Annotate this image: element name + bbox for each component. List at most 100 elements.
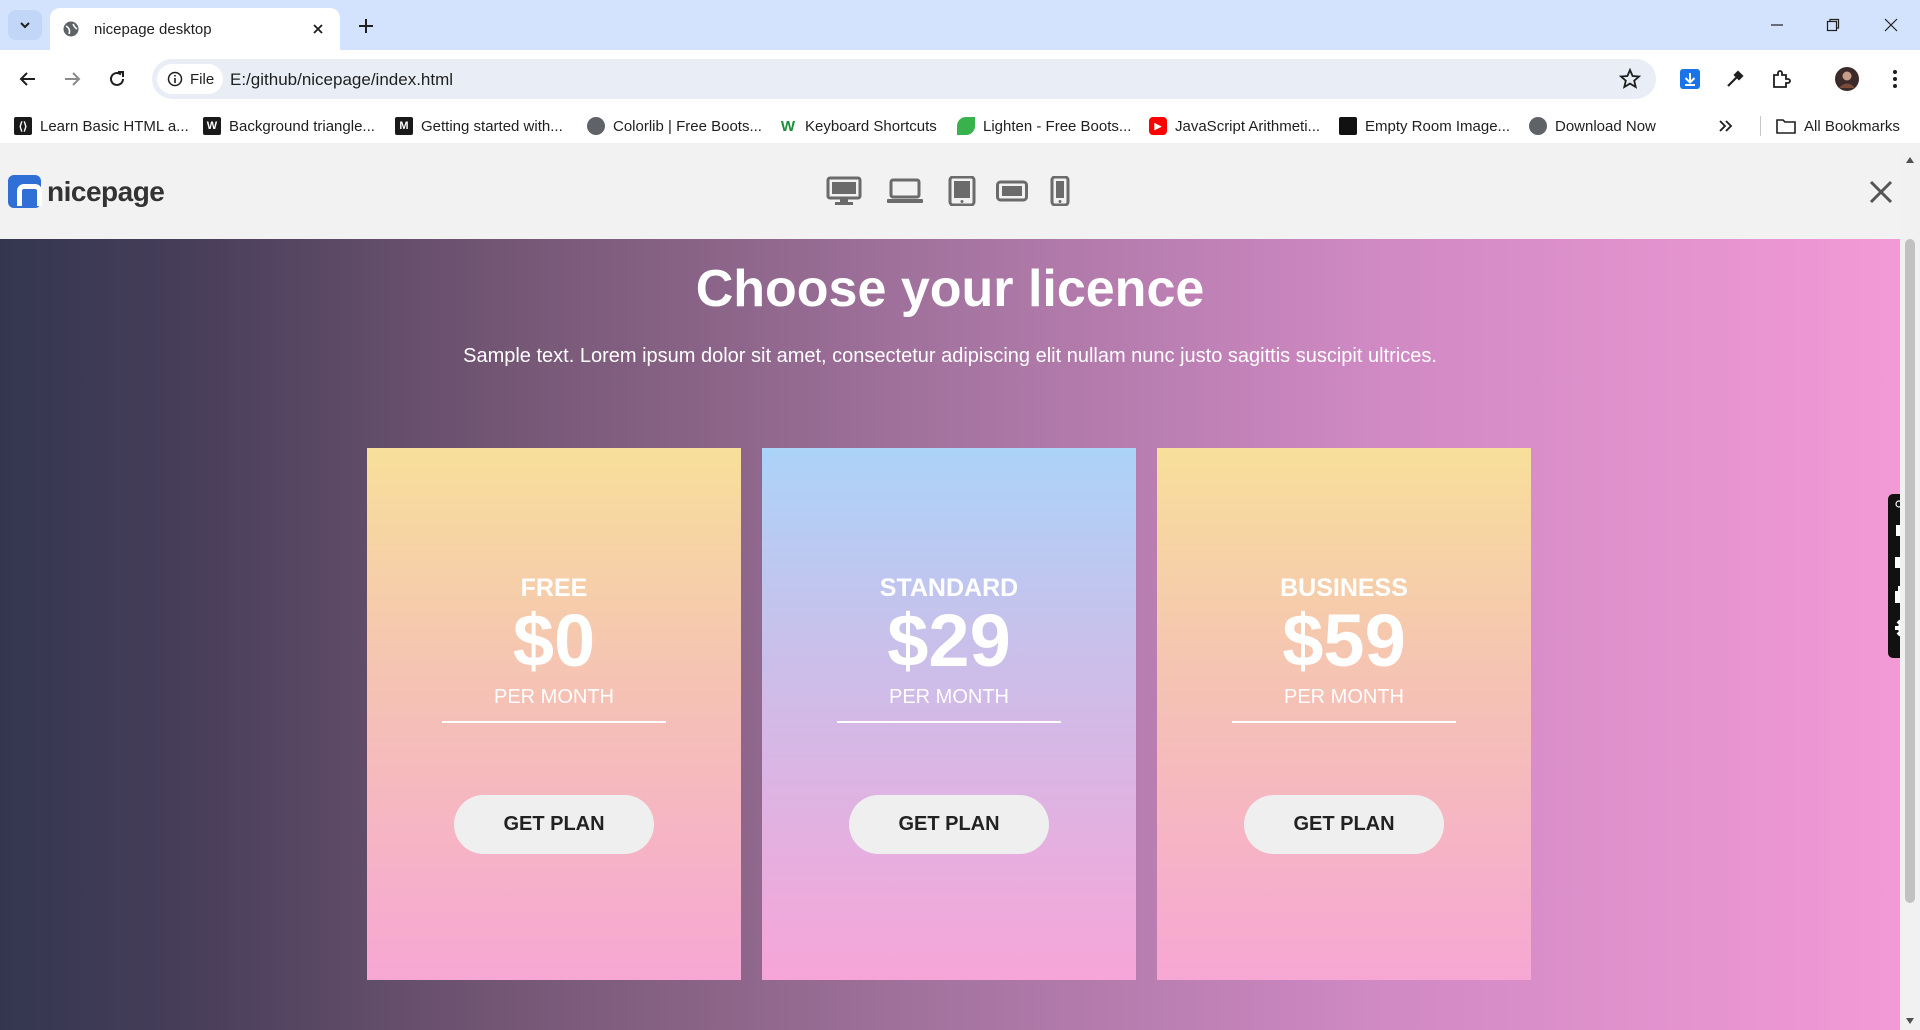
bookmark-label: Background triangle... [229,117,375,135]
close-window-button[interactable] [1868,10,1914,40]
site-info-chip[interactable]: File [157,64,223,94]
double-chevron-right-icon [1719,120,1733,132]
bookmark-label: Keyboard Shortcuts [805,117,937,135]
avatar-icon [1835,67,1859,91]
bookmark-item[interactable]: ▶ JavaScript Arithmeti... [1149,115,1320,137]
globe-icon [1529,117,1547,135]
wp-icon: W [780,117,796,135]
get-plan-button[interactable]: GET PLAN [1244,795,1444,854]
bookmark-label: Getting started with... [421,117,563,135]
eyedropper-extension-button[interactable] [1722,66,1748,92]
get-plan-button[interactable]: GET PLAN [849,795,1049,854]
downloads-button[interactable] [1677,66,1703,92]
page-title: Choose your licence [695,260,1205,318]
folder-icon [1776,119,1796,134]
forward-button[interactable] [57,64,87,94]
back-button[interactable] [13,64,43,94]
url-text: E:/github/nicepage/index.html [230,70,454,89]
nicepage-logo-text: nicepage [47,175,165,207]
restore-icon [1826,18,1840,32]
new-tab-button[interactable] [352,12,380,40]
browser-menu-button[interactable] [1882,66,1908,92]
bookmark-item[interactable]: ⟨⟩ Learn Basic HTML a... [14,115,189,137]
bookmark-star-icon[interactable] [1618,67,1642,91]
close-preview-icon[interactable] [1868,179,1894,205]
plan-divider [1232,721,1456,723]
arrow-left-icon [19,72,35,86]
pricing-section: Choose your licence Sample text. Lorem i… [0,239,1900,1030]
bookmark-label: Learn Basic HTML a... [40,117,189,135]
all-bookmarks-label: All Bookmarks [1804,117,1900,135]
plan-divider [442,721,666,723]
site-chip-label: File [190,70,215,88]
tab-title: nicepage desktop [94,20,212,38]
bookmark-item[interactable]: W Background triangle... [203,115,375,137]
arrow-right-icon [65,72,81,86]
bookmark-item[interactable]: M Getting started with... [395,115,563,137]
plus-icon [359,19,373,33]
device-tablet-landscape-button[interactable] [996,176,1028,206]
profile-avatar[interactable] [1834,66,1860,92]
close-icon [1884,18,1898,32]
plan-price: $0 [512,599,596,682]
address-bar[interactable]: File E:/github/nicepage/index.html [152,59,1656,99]
eyedropper-icon [1727,70,1744,87]
plan-price: $29 [887,599,1011,682]
bookmarks-divider [1760,116,1761,136]
device-tablet-button[interactable] [948,176,976,206]
pricing-card-free: FREE $0 PER MONTH GET PLAN [367,448,741,980]
pricing-card-business: BUSINESS $59 PER MONTH GET PLAN [1157,448,1531,980]
youtube-icon: ▶ [1149,117,1167,135]
tablet-landscape-icon [996,180,1028,202]
browser-toolbar: File E:/github/nicepage/index.html [0,50,1920,107]
desktop-icon [826,176,862,205]
nicepage-preview-header: nicepage [0,143,1920,239]
nicepage-logo[interactable]: nicepage [8,175,165,208]
more-bookmarks-button[interactable] [1718,115,1734,137]
scrollbar-thumb[interactable] [1905,239,1915,903]
tab-search-button[interactable] [8,10,42,40]
page-scrollbar[interactable] [1900,153,1920,1030]
m-icon: M [395,117,413,135]
extensions-button[interactable] [1768,66,1794,92]
bookmark-item[interactable]: W Keyboard Shortcuts [779,115,937,137]
bookmark-item[interactable]: Download Now [1529,115,1656,137]
info-icon [167,71,183,87]
minimize-icon [1771,24,1783,26]
device-desktop-button[interactable] [826,176,862,206]
nicepage-logo-icon [8,175,42,208]
page-subtitle: Sample text. Lorem ipsum dolor sit amet,… [463,345,1437,367]
get-plan-button[interactable]: GET PLAN [454,795,654,854]
tablet-icon [948,176,976,206]
bookmark-item[interactable]: Empty Room Image... [1339,115,1510,137]
puzzle-icon [1773,70,1791,88]
device-laptop-button[interactable] [886,176,924,206]
plan-divider [837,721,1061,723]
bookmark-label: Colorlib | Free Boots... [613,117,762,135]
scroll-up-arrow-icon[interactable] [1906,157,1914,163]
code-icon: ⟨⟩ [14,117,32,135]
reload-icon [110,71,124,86]
browser-tabstrip: nicepage desktop [0,0,1920,50]
bookmark-item[interactable]: Colorlib | Free Boots... [587,115,762,137]
scroll-down-arrow-icon[interactable] [1906,1018,1914,1024]
bookmark-item[interactable]: Lighten - Free Boots... [957,115,1131,137]
plan-period: PER MONTH [889,686,1009,708]
device-phone-button[interactable] [1048,176,1072,206]
bookmarks-bar: ⟨⟩ Learn Basic HTML a... W Background tria… [0,107,1920,143]
plan-period: PER MONTH [494,686,614,708]
bookmark-label: Empty Room Image... [1365,117,1511,135]
all-bookmarks-button[interactable]: All Bookmarks [1776,115,1900,137]
bookmark-label: Lighten - Free Boots... [983,117,1132,135]
plan-price: $59 [1282,599,1406,682]
reload-button[interactable] [102,64,132,94]
tab-close-button[interactable] [308,19,328,39]
bookmark-label: Download Now [1555,117,1656,135]
bookmark-label: JavaScript Arithmeti... [1175,117,1321,135]
restore-button[interactable] [1810,10,1856,40]
square-icon [1339,117,1357,135]
active-tab[interactable]: nicepage desktop [50,8,340,50]
chevron-down-icon [20,22,30,29]
minimize-button[interactable] [1754,10,1800,40]
laptop-icon [887,178,923,203]
